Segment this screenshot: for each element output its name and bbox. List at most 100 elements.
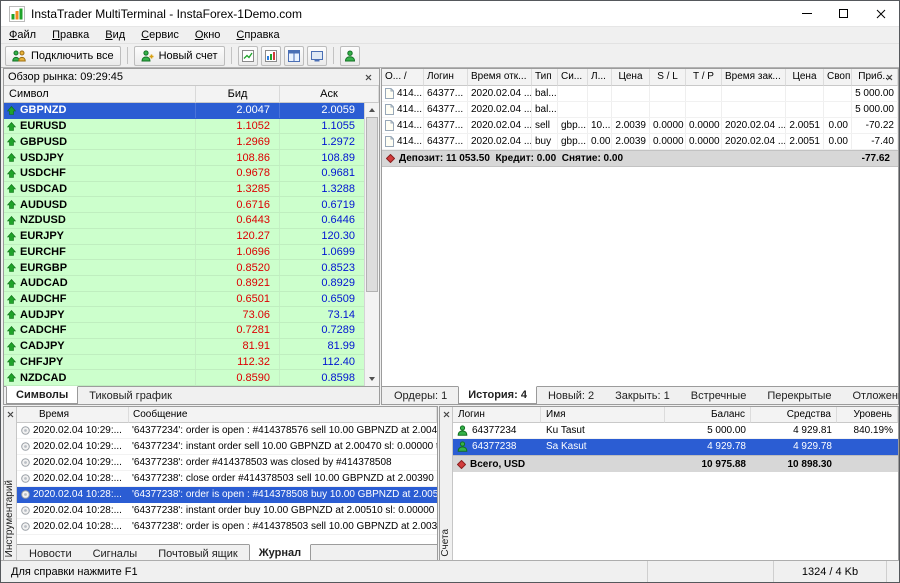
orders-column-header[interactable]: Время зак... bbox=[722, 69, 786, 86]
market-watch-row[interactable]: NZDUSD0.64430.6446 bbox=[4, 213, 364, 229]
menu-item[interactable]: Файл bbox=[1, 27, 44, 43]
orders-tab[interactable]: Закрыть: 1 bbox=[605, 387, 680, 404]
market-watch-row[interactable]: USDCAD1.32851.3288 bbox=[4, 182, 364, 198]
orders-column-header[interactable]: Цена bbox=[786, 69, 824, 86]
market-watch-row[interactable]: AUDJPY73.0673.14 bbox=[4, 307, 364, 323]
market-watch-row[interactable]: CADCHF0.72810.7289 bbox=[4, 323, 364, 339]
accounts-close-button[interactable] bbox=[440, 408, 453, 421]
market-watch-row[interactable]: AUDUSD0.67160.6719 bbox=[4, 197, 364, 213]
market-watch-row[interactable]: USDJPY108.86108.89 bbox=[4, 150, 364, 166]
market-watch-row[interactable]: AUDCHF0.65010.6509 bbox=[4, 292, 364, 308]
accounts-column-header[interactable]: Баланс bbox=[665, 407, 751, 423]
journal-row[interactable]: 2020.02.04 10:28:...'64377238': order is… bbox=[17, 487, 437, 503]
orders-tab[interactable]: История: 4 bbox=[458, 386, 537, 404]
new-account-button[interactable]: Новый счет bbox=[134, 46, 225, 66]
journal-row[interactable]: 2020.02.04 10:29:...'64377234': instant … bbox=[17, 439, 437, 455]
journal-row[interactable]: 2020.02.04 10:29:...'64377234': order is… bbox=[17, 423, 437, 439]
orders-row[interactable]: 414...64377...2020.02.04 ...sellgbp...10… bbox=[382, 118, 898, 134]
market-watch-row[interactable]: EURCHF1.06961.0699 bbox=[4, 245, 364, 261]
market-watch-column-header[interactable]: Аск bbox=[280, 86, 379, 103]
scroll-up-button[interactable] bbox=[365, 103, 379, 117]
journal-time-cell: 2020.02.04 10:28:... bbox=[17, 503, 129, 518]
maximize-button[interactable] bbox=[825, 1, 862, 27]
status-help-text: Для справки нажмите F1 bbox=[1, 566, 148, 578]
orders-tab[interactable]: Перекрытые bbox=[757, 387, 841, 404]
menu-item[interactable]: Справка bbox=[228, 27, 287, 43]
connect-all-button[interactable]: Подключить все bbox=[5, 46, 121, 66]
orders-close-button[interactable] bbox=[883, 71, 896, 84]
candle-chart-button[interactable] bbox=[261, 46, 281, 66]
journal-tab[interactable]: Новости bbox=[19, 545, 82, 561]
symbol-cell: CADJPY bbox=[4, 339, 196, 354]
orders-column-header[interactable]: Си... bbox=[558, 69, 588, 86]
orders-column-header[interactable]: Время отк... bbox=[468, 69, 532, 86]
orders-cell bbox=[588, 86, 612, 101]
market-watch-row[interactable]: AUDCAD0.89210.8929 bbox=[4, 276, 364, 292]
account-row[interactable]: 64377234Ku Tasut5 000.004 929.81840.19% bbox=[453, 423, 898, 439]
journal-tab[interactable]: Почтовый ящик bbox=[148, 545, 247, 561]
trader-button[interactable] bbox=[340, 46, 360, 66]
market-watch-row[interactable]: EURGBP0.85200.8523 bbox=[4, 260, 364, 276]
orders-column-header[interactable]: Тип bbox=[532, 69, 558, 86]
window-layout-button[interactable] bbox=[284, 46, 304, 66]
market-watch-scrollbar[interactable] bbox=[364, 103, 379, 386]
market-watch-close-button[interactable] bbox=[362, 71, 375, 84]
market-watch-row[interactable]: EURJPY120.27120.30 bbox=[4, 229, 364, 245]
market-watch-row[interactable]: CHFJPY112.32112.40 bbox=[4, 355, 364, 371]
menu-item[interactable]: Вид bbox=[97, 27, 133, 43]
orders-cell: sell bbox=[532, 118, 558, 133]
journal-row[interactable]: 2020.02.04 10:28:...'64377238': instant … bbox=[17, 503, 437, 519]
orders-cell bbox=[650, 86, 686, 101]
menu-item[interactable]: Сервис bbox=[133, 27, 187, 43]
orders-row[interactable]: 414...64377...2020.02.04 ...buygbp...0.0… bbox=[382, 134, 898, 150]
terminal-button[interactable] bbox=[307, 46, 327, 66]
accounts-column-header[interactable]: Имя bbox=[541, 407, 665, 423]
journal-row[interactable]: 2020.02.04 10:28:...'64377238': order is… bbox=[17, 519, 437, 535]
market-watch-tab[interactable]: Символы bbox=[6, 386, 78, 404]
journal-tab[interactable]: Журнал bbox=[249, 544, 311, 561]
market-watch-row[interactable]: CADJPY81.9181.99 bbox=[4, 339, 364, 355]
journal-message-cell: '64377238': instant order buy 10.00 GBPN… bbox=[129, 503, 437, 518]
market-watch-row[interactable]: EURUSD1.10521.1055 bbox=[4, 119, 364, 135]
market-watch-tab[interactable]: Тиковый график bbox=[79, 387, 182, 404]
orders-row[interactable]: 414...64377...2020.02.04 ...bal...5 000.… bbox=[382, 102, 898, 118]
orders-column-header[interactable]: Цена bbox=[612, 69, 650, 86]
accounts-column-header[interactable]: Логин bbox=[453, 407, 541, 423]
market-watch-column-header[interactable]: Бид bbox=[196, 86, 280, 103]
market-watch-row[interactable]: USDCHF0.96780.9681 bbox=[4, 166, 364, 182]
orders-tab[interactable]: Новый: 2 bbox=[538, 387, 604, 404]
menu-item[interactable]: Окно bbox=[187, 27, 229, 43]
minimize-button[interactable] bbox=[788, 1, 825, 27]
scrollbar-thumb[interactable] bbox=[366, 117, 378, 292]
orders-tab[interactable]: Встречные bbox=[681, 387, 757, 404]
orders-column-header[interactable]: Логин bbox=[424, 69, 468, 86]
orders-column-header[interactable]: S / L bbox=[650, 69, 686, 86]
market-watch-row[interactable]: GBPNZD2.00472.0059 bbox=[4, 103, 364, 119]
tick-chart-button[interactable] bbox=[238, 46, 258, 66]
orders-column-header[interactable]: T / P bbox=[686, 69, 722, 86]
journal-column-header[interactable]: Время bbox=[17, 407, 129, 423]
journal-row[interactable]: 2020.02.04 10:28:...'64377238': close or… bbox=[17, 471, 437, 487]
accounts-column-header[interactable]: Средства bbox=[751, 407, 837, 423]
menu-item[interactable]: Правка bbox=[44, 27, 97, 43]
journal-row[interactable]: 2020.02.04 10:29:...'64377238': order #4… bbox=[17, 455, 437, 471]
journal-close-button[interactable] bbox=[4, 408, 17, 421]
orders-column-header[interactable]: О... / bbox=[382, 69, 424, 86]
accounts-column-header[interactable]: Уровень bbox=[837, 407, 898, 423]
market-watch-row[interactable]: GBPUSD1.29691.2972 bbox=[4, 134, 364, 150]
symbol-arrow-icon bbox=[7, 310, 16, 319]
market-watch-column-header[interactable]: Символ bbox=[4, 86, 196, 103]
close-button[interactable] bbox=[862, 1, 899, 27]
orders-row[interactable]: 414...64377...2020.02.04 ...bal...5 000.… bbox=[382, 86, 898, 102]
scroll-down-button[interactable] bbox=[365, 372, 379, 386]
journal-column-header[interactable]: Сообщение bbox=[129, 407, 437, 423]
orders-column-header[interactable]: Своп bbox=[824, 69, 852, 86]
account-row[interactable]: 64377238Sa Kasut4 929.784 929.78 bbox=[453, 439, 898, 455]
orders-column-header[interactable]: Л... bbox=[588, 69, 612, 86]
orders-tab[interactable]: Ордеры: 1 bbox=[384, 387, 457, 404]
journal-tab[interactable]: Сигналы bbox=[83, 545, 148, 561]
orders-tab[interactable]: Отложенный: 1 bbox=[843, 387, 900, 404]
orders-cell: 2.0039 bbox=[612, 118, 650, 133]
market-watch-title: Обзор рынка: 09:29:45 bbox=[8, 71, 123, 83]
market-watch-row[interactable]: NZDCAD0.85900.8598 bbox=[4, 370, 364, 386]
